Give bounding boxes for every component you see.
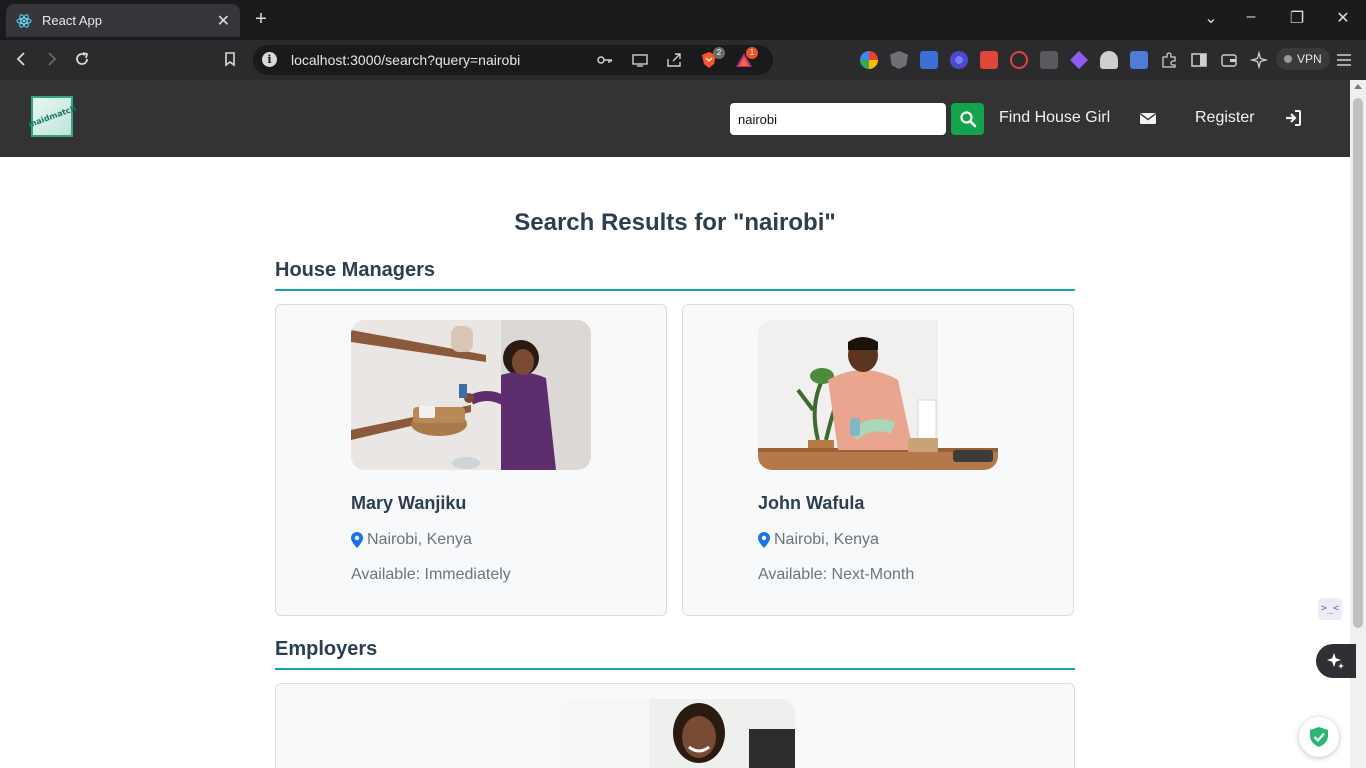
- envelope-icon[interactable]: [1139, 109, 1157, 127]
- extension-screen-icon[interactable]: [920, 51, 938, 69]
- search-button[interactable]: [951, 103, 984, 135]
- extension-colorful-icon[interactable]: [860, 51, 878, 69]
- password-key-icon[interactable]: [596, 51, 614, 69]
- nav-register[interactable]: Register: [1195, 109, 1255, 127]
- employer-photo: [559, 699, 795, 768]
- extension-translate-icon[interactable]: [1130, 51, 1148, 69]
- extensions-puzzle-icon[interactable]: [1160, 51, 1178, 69]
- employer-card[interactable]: [275, 683, 1075, 768]
- tab-title: React App: [42, 13, 102, 28]
- nav-find-house-girl[interactable]: Find House Girl: [999, 109, 1110, 127]
- card-location: Nairobi, Kenya: [351, 531, 472, 549]
- house-manager-card[interactable]: John Wafula Nairobi, Kenya Available: Ne…: [682, 304, 1074, 616]
- card-name: John Wafula: [758, 493, 865, 513]
- card-location-text: Nairobi, Kenya: [367, 531, 472, 548]
- card-availability: Available: Next-Month: [758, 566, 915, 583]
- leo-ai-icon[interactable]: [1249, 50, 1269, 70]
- cast-icon[interactable]: [631, 51, 649, 69]
- extension-gear-icon[interactable]: [950, 51, 968, 69]
- security-shield-icon[interactable]: [1299, 717, 1339, 757]
- bookmark-icon[interactable]: [219, 50, 241, 72]
- house-managers-heading: House Managers: [275, 259, 1075, 291]
- extension-red-icon[interactable]: [980, 51, 998, 69]
- address-url[interactable]: localhost:3000/search?query=nairobi: [291, 52, 520, 68]
- back-icon[interactable]: [11, 50, 33, 72]
- site-logo[interactable]: maidmatch: [27, 96, 77, 137]
- vpn-label: VPN: [1297, 52, 1322, 66]
- extension-dots-icon[interactable]: [1040, 51, 1058, 69]
- extension-glasses-icon[interactable]: [1010, 51, 1028, 69]
- page-viewport: maidmatch Find House Girl Register Searc…: [0, 80, 1350, 768]
- forward-icon[interactable]: [40, 50, 62, 72]
- sparkle-ai-icon[interactable]: [1316, 644, 1356, 678]
- close-tab-icon[interactable]: ✕: [217, 11, 230, 31]
- sidebar-toggle-icon[interactable]: [1190, 51, 1208, 69]
- card-availability: Available: Immediately: [351, 566, 511, 583]
- page-title: Search Results for "nairobi": [514, 209, 836, 236]
- sign-in-icon[interactable]: [1284, 109, 1302, 127]
- map-pin-icon: [351, 532, 363, 548]
- extension-cloud-icon[interactable]: [1100, 51, 1118, 69]
- browser-tab-strip: React App ✕ + ⌄ – ❐ ✕: [0, 0, 1366, 40]
- employers-heading: Employers: [275, 638, 1075, 670]
- address-bar[interactable]: i localhost:3000/search?query=nairobi 2 …: [253, 45, 773, 75]
- profile-photo: [758, 320, 998, 470]
- minimize-icon[interactable]: –: [1241, 8, 1261, 26]
- search-input[interactable]: [730, 103, 946, 135]
- rewards-count-badge: 1: [746, 47, 758, 59]
- browser-tab[interactable]: React App ✕: [6, 4, 240, 37]
- card-location: Nairobi, Kenya: [758, 531, 879, 549]
- code-assistant-icon[interactable]: >_<: [1318, 598, 1342, 620]
- app-header: maidmatch Find House Girl Register: [0, 80, 1350, 157]
- reload-icon[interactable]: [71, 50, 93, 72]
- share-icon[interactable]: [665, 51, 683, 69]
- map-pin-icon: [758, 532, 770, 548]
- new-tab-icon[interactable]: +: [250, 8, 272, 31]
- restore-icon[interactable]: ❐: [1287, 8, 1307, 28]
- site-info-icon[interactable]: i: [262, 52, 277, 67]
- wallet-icon[interactable]: [1220, 51, 1238, 69]
- scrollbar-thumb[interactable]: [1353, 98, 1363, 628]
- card-name: Mary Wanjiku: [351, 493, 467, 513]
- browser-menu-icon[interactable]: [1335, 51, 1353, 69]
- scroll-up-icon[interactable]: [1354, 84, 1362, 89]
- card-location-text: Nairobi, Kenya: [774, 531, 879, 548]
- vpn-status-icon: [1284, 55, 1292, 63]
- profile-photo: [351, 320, 591, 470]
- window-close-icon[interactable]: ✕: [1333, 8, 1353, 28]
- tab-search-icon[interactable]: ⌄: [1201, 8, 1221, 28]
- shields-count-badge: 2: [713, 47, 725, 59]
- react-favicon-icon: [16, 13, 32, 29]
- vpn-button[interactable]: VPN: [1276, 48, 1330, 70]
- house-manager-card[interactable]: Mary Wanjiku Nairobi, Kenya Available: I…: [275, 304, 667, 616]
- search-icon: [959, 111, 976, 128]
